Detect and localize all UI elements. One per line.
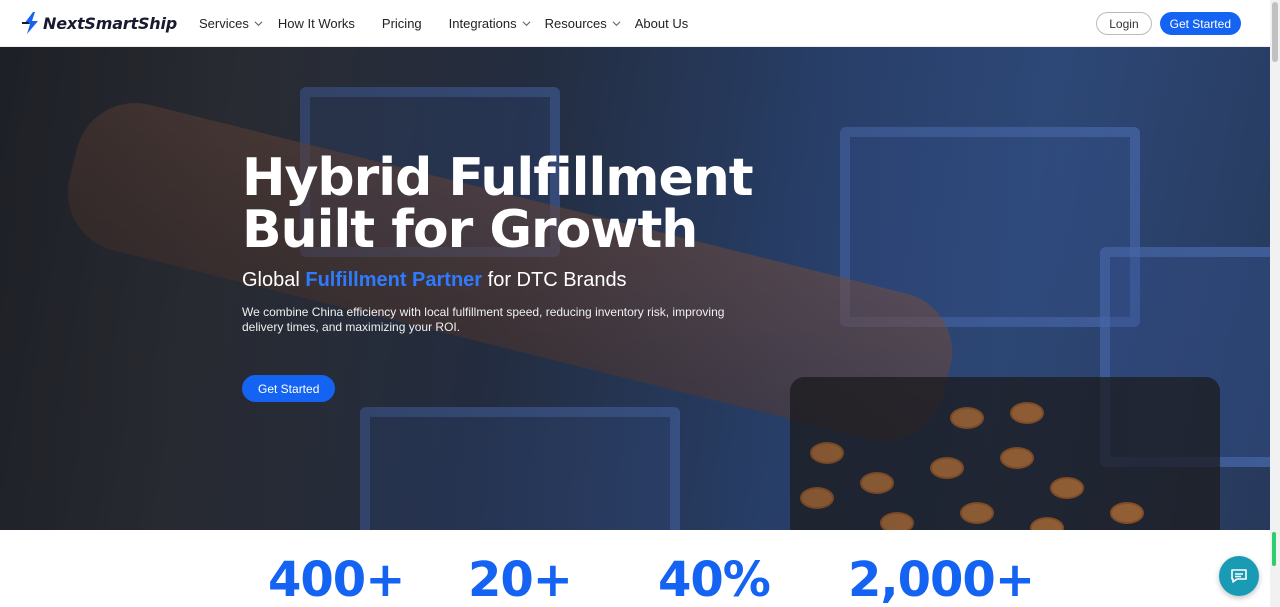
brand-name: NextSmartShip — [43, 13, 177, 33]
hero-subtitle-suffix: for DTC Brands — [482, 269, 627, 291]
nav-item-how-it-works[interactable]: How It Works — [278, 16, 355, 31]
nav-item-services[interactable]: Services — [199, 16, 263, 31]
hero-title-line1: Hybrid Fulfillment — [242, 148, 754, 208]
hero-description: We combine China efficiency with local f… — [242, 305, 725, 334]
hero-subtitle-accent: Fulfillment Partner — [305, 269, 483, 291]
hero-subtitle-prefix: Global — [242, 269, 306, 291]
top-nav: NextSmartShip Services How It Works Pric… — [0, 0, 1270, 47]
nav-item-resources[interactable]: Resources — [545, 16, 621, 31]
get-started-hero-button[interactable]: Get Started — [242, 375, 336, 402]
hero-section: Hybrid Fulfillment Built for Growth Glob… — [0, 47, 1270, 530]
page-scrollbar[interactable] — [1270, 0, 1280, 607]
brand-logo[interactable]: NextSmartShip — [22, 12, 177, 34]
page: NextSmartShip Services How It Works Pric… — [0, 0, 1280, 607]
nav-item-about-us[interactable]: About Us — [635, 16, 688, 31]
nav-item-pricing[interactable]: Pricing — [382, 16, 422, 31]
scroll-progress-indicator — [1272, 532, 1276, 566]
nav-item-label: Integrations — [448, 15, 517, 31]
chevron-down-icon — [254, 20, 263, 26]
chevron-down-icon — [612, 20, 621, 26]
hero-content: Hybrid Fulfillment Built for Growth Glob… — [242, 152, 762, 402]
login-button[interactable]: Login — [1096, 12, 1152, 35]
hero-subtitle: Global Fulfillment Partner for DTC Brand… — [242, 269, 762, 292]
nav-item-label: How It Works — [277, 15, 355, 31]
nav-item-integrations[interactable]: Integrations — [449, 16, 531, 31]
hero-title: Hybrid Fulfillment Built for Growth — [242, 152, 762, 256]
nav-item-label: Services — [199, 15, 249, 31]
chevron-down-icon — [522, 20, 531, 26]
chat-widget-button[interactable] — [1219, 556, 1259, 596]
chat-icon — [1231, 569, 1247, 583]
stat-value: 20+ — [468, 552, 573, 607]
hero-title-line2: Built for Growth — [242, 200, 698, 260]
nav-item-label: About Us — [634, 15, 689, 31]
stat-value: 40% — [658, 552, 771, 607]
nav-actions: Login Get Started — [1096, 12, 1241, 35]
stat-value: 2,000+ — [848, 552, 1035, 607]
stats-section: 400+ 20+ 40% 2,000+ — [0, 530, 1270, 607]
get-started-nav-button[interactable]: Get Started — [1159, 12, 1241, 35]
stat-value: 400+ — [268, 552, 405, 607]
main-menu: Services How It Works Pricing Integratio… — [199, 16, 688, 31]
lightning-icon — [22, 12, 38, 34]
scrollbar-thumb[interactable] — [1272, 2, 1278, 62]
nav-item-label: Pricing — [381, 15, 422, 31]
nav-item-label: Resources — [544, 15, 607, 31]
